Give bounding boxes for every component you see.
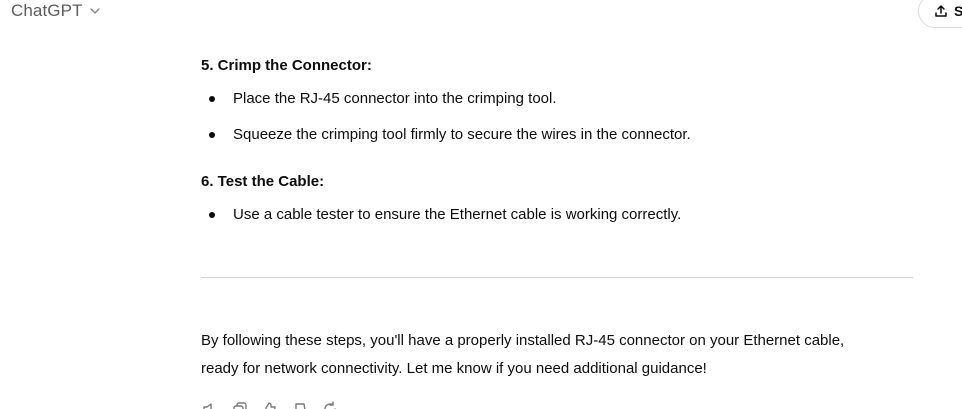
model-switcher[interactable]: ChatGPT [11,0,101,22]
bullet-dot [209,211,215,218]
regenerate-icon[interactable] [321,400,339,409]
chevron-down-icon [89,5,101,17]
thumbs-down-icon[interactable] [291,400,309,409]
chat-page: ChatGPT S 5. Crimp the Connector: Place … [0,0,962,409]
bullet-dot [209,95,215,102]
copy-icon[interactable] [231,400,249,409]
list-item-text: Squeeze the crimping tool firmly to secu… [233,126,691,143]
list-item: Place the RJ-45 connector into the crimp… [201,90,557,107]
read-aloud-icon[interactable] [201,400,219,409]
step-heading: 6. Test the Cable: [201,173,325,190]
thumbs-up-icon[interactable] [261,400,279,409]
share-icon [934,4,948,18]
share-button[interactable]: S [918,0,962,28]
bullet-dot [209,131,215,138]
list-item: Use a cable tester to ensure the Etherne… [201,206,681,223]
list-item-text: Use a cable tester to ensure the Etherne… [233,206,682,223]
share-label: S [954,3,962,19]
list-item-text: Place the RJ-45 connector into the crimp… [233,90,557,107]
step-heading: 5. Crimp the Connector: [201,57,372,74]
closing-line: By following these steps, you'll have a … [201,332,845,349]
message-actions [201,400,339,409]
closing-paragraph: By following these steps, you'll have a … [201,327,913,383]
list-item: Squeeze the crimping tool firmly to secu… [201,126,691,143]
model-name: ChatGPT [11,1,83,20]
divider [201,277,913,278]
closing-line: ready for network connectivity. Let me k… [201,360,707,377]
